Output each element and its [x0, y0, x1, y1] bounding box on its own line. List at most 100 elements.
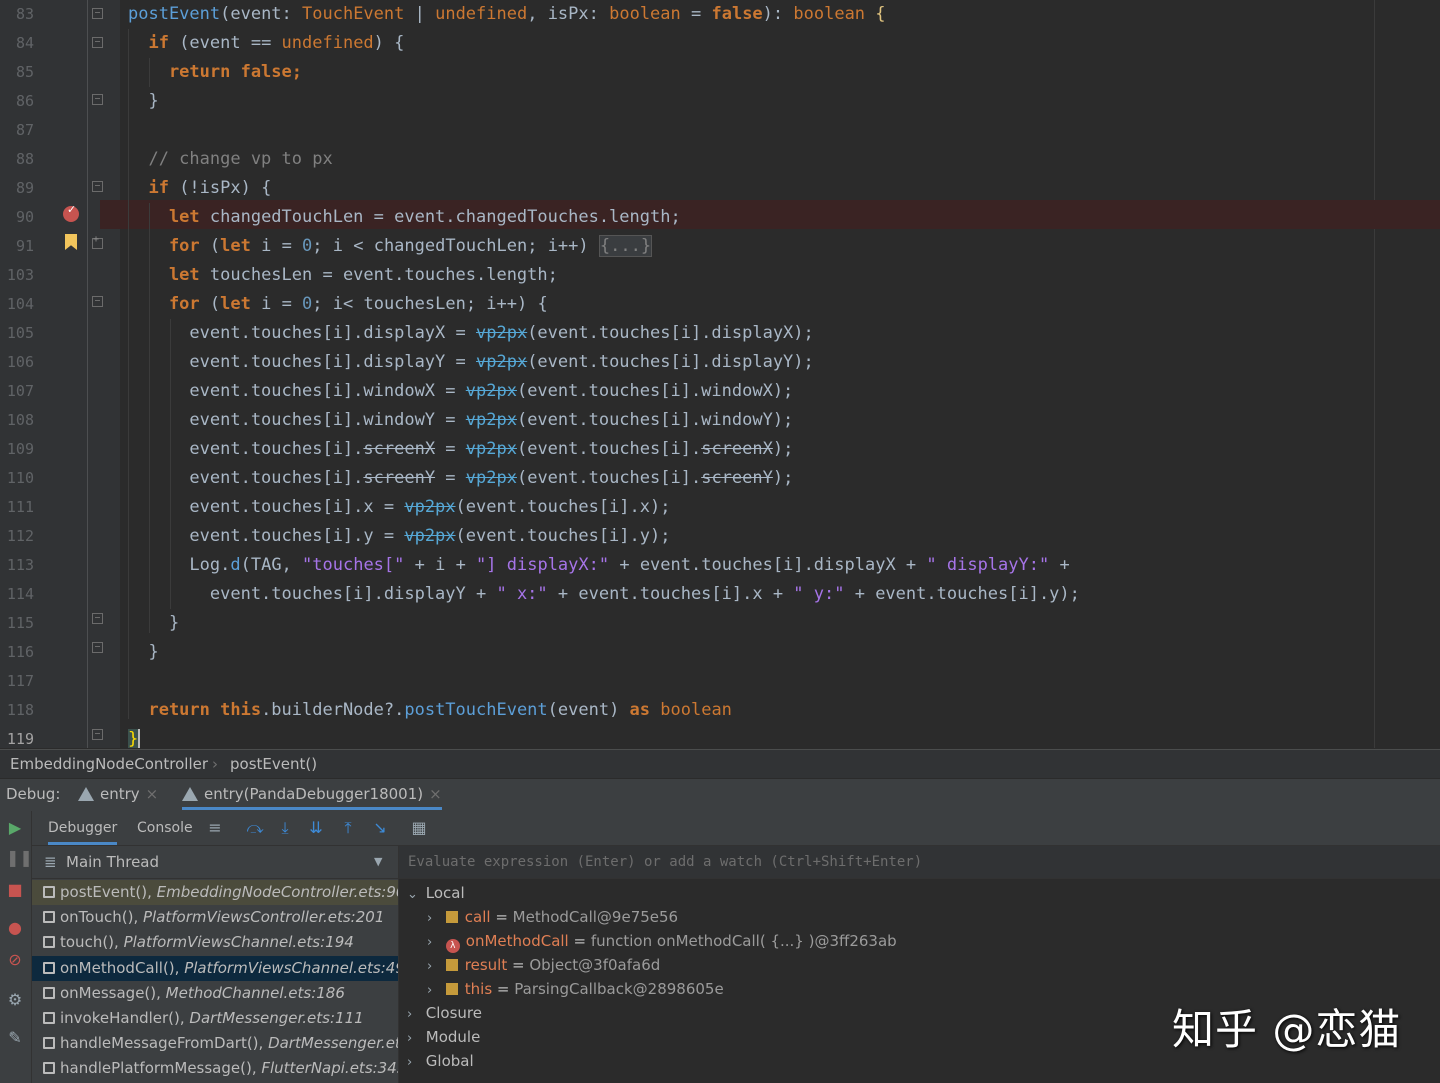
layout-menu-icon[interactable]: ≡: [206, 819, 224, 837]
code-line[interactable]: for (let i = 0; i < changedTouchLen; i++…: [128, 232, 653, 261]
stack-frame[interactable]: invokeHandler(), DartMessenger.ets:111: [32, 1006, 398, 1031]
code-line[interactable]: Log.d(TAG, "touches[" + i + "] displayX:…: [128, 551, 1069, 580]
line-number[interactable]: 114: [0, 580, 34, 609]
line-number[interactable]: 104: [0, 290, 34, 319]
variable-row[interactable]: › call = MethodCall@9e75e56: [427, 905, 678, 929]
line-number[interactable]: 91: [0, 232, 34, 261]
stack-frame[interactable]: postEvent(), EmbeddingNodeController.ets…: [32, 880, 398, 905]
resume-icon[interactable]: ▶: [6, 819, 24, 837]
stack-frame[interactable]: onTouch(), PlatformViewsController.ets:2…: [32, 905, 398, 930]
stack-frame[interactable]: onMessage(), MethodChannel.ets:186: [32, 981, 398, 1006]
chevron-right-icon[interactable]: ›: [427, 931, 441, 955]
chevron-right-icon[interactable]: ›: [407, 1051, 421, 1075]
code-line[interactable]: return this.builderNode?.postTouchEvent(…: [128, 696, 731, 725]
pause-icon[interactable]: ❚❚: [6, 849, 33, 867]
line-number[interactable]: 103: [0, 261, 34, 290]
code-line[interactable]: if (!isPx) {: [128, 174, 271, 203]
line-number[interactable]: 118: [0, 696, 34, 725]
line-number[interactable]: 90: [0, 203, 34, 232]
line-number[interactable]: 87: [0, 116, 34, 145]
code-line[interactable]: event.touches[i].displayY + " x:" + even…: [128, 580, 1080, 609]
step-over-icon[interactable]: ⤼: [246, 819, 264, 837]
fold-end-icon[interactable]: [92, 729, 103, 740]
code-line[interactable]: let changedTouchLen = event.changedTouch…: [128, 203, 681, 232]
code-line[interactable]: event.touches[i].x = vp2px(event.touches…: [128, 493, 670, 522]
code-line[interactable]: for (let i = 0; i< touchesLen; i++) {: [128, 290, 548, 319]
variable-group[interactable]: › Closure: [407, 1001, 482, 1025]
debug-tab-panda[interactable]: entry(PandaDebugger18001) ×: [182, 779, 442, 810]
line-number[interactable]: 108: [0, 406, 34, 435]
line-number[interactable]: 116: [0, 638, 34, 667]
chevron-right-icon[interactable]: ›: [427, 907, 441, 931]
breadcrumb-class[interactable]: EmbeddingNodeController: [10, 750, 208, 779]
breakpoint-icon[interactable]: [63, 203, 79, 222]
pin-icon[interactable]: ✎: [6, 1029, 24, 1047]
line-number[interactable]: 106: [0, 348, 34, 377]
line-number[interactable]: 115: [0, 609, 34, 638]
view-breakpoints-icon[interactable]: ●: [6, 919, 24, 937]
code-line[interactable]: postEvent(event: TouchEvent | undefined,…: [128, 0, 886, 29]
close-icon[interactable]: ×: [429, 785, 442, 803]
fold-toggle-icon[interactable]: [92, 181, 103, 192]
code-line[interactable]: event.touches[i].displayY = vp2px(event.…: [128, 348, 813, 377]
code-line[interactable]: let touchesLen = event.touches.length;: [128, 261, 558, 290]
code-line[interactable]: event.touches[i].displayX = vp2px(event.…: [128, 319, 813, 348]
line-number[interactable]: 88: [0, 145, 34, 174]
fold-toggle-icon[interactable]: [92, 37, 103, 48]
line-number[interactable]: 113: [0, 551, 34, 580]
code-line[interactable]: event.touches[i].screenX = vp2px(event.t…: [128, 435, 793, 464]
mute-breakpoints-icon[interactable]: ⊘: [6, 951, 24, 969]
line-number[interactable]: 89: [0, 174, 34, 203]
line-number[interactable]: 85: [0, 58, 34, 87]
fold-expand-icon[interactable]: [92, 234, 103, 249]
stop-icon[interactable]: ■: [6, 881, 24, 899]
variable-row[interactable]: › this = ParsingCallback@2898605e: [427, 977, 724, 1001]
line-number[interactable]: 112: [0, 522, 34, 551]
line-number[interactable]: 110: [0, 464, 34, 493]
line-number[interactable]: 109: [0, 435, 34, 464]
tab-console[interactable]: Console: [137, 811, 193, 845]
line-number[interactable]: 119: [0, 725, 34, 748]
code-line[interactable]: // change vp to px: [128, 145, 332, 174]
stack-frame[interactable]: onMethodCall(), PlatformViewsChannel.ets…: [32, 955, 398, 981]
fold-end-icon[interactable]: [92, 94, 103, 105]
variable-group[interactable]: › Module: [407, 1025, 480, 1049]
stack-frame[interactable]: handlePlatformMessage(), FlutterNapi.ets…: [32, 1056, 398, 1081]
close-icon[interactable]: ×: [146, 785, 159, 803]
code-line[interactable]: }: [128, 609, 179, 638]
code-line[interactable]: }: [128, 725, 141, 748]
line-number[interactable]: 105: [0, 319, 34, 348]
line-number[interactable]: 107: [0, 377, 34, 406]
code-line[interactable]: return false;: [128, 58, 302, 87]
chevron-right-icon[interactable]: ›: [427, 955, 441, 979]
code-line[interactable]: }: [128, 638, 158, 667]
breadcrumb-method[interactable]: postEvent(): [230, 750, 317, 779]
line-number[interactable]: 117: [0, 667, 34, 696]
fold-end-icon[interactable]: [92, 613, 103, 624]
force-step-into-icon[interactable]: ⇊: [307, 819, 325, 837]
variable-row[interactable]: › λ onMethodCall = function onMethodCall(…: [427, 929, 897, 953]
stack-frame[interactable]: handleMessageFromDart(), DartMessenger.e…: [32, 1031, 398, 1056]
code-line[interactable]: event.touches[i].windowX = vp2px(event.t…: [128, 377, 793, 406]
fold-toggle-icon[interactable]: [92, 296, 103, 307]
code-line[interactable]: if (event == undefined) {: [128, 29, 404, 58]
run-to-cursor-icon[interactable]: ↘: [371, 819, 389, 837]
code-line[interactable]: event.touches[i].windowY = vp2px(event.t…: [128, 406, 793, 435]
fold-end-icon[interactable]: [92, 642, 103, 653]
evaluate-expression-input[interactable]: Evaluate expression (Enter) or add a wat…: [399, 846, 1440, 879]
chevron-down-icon[interactable]: ⌄: [407, 883, 421, 907]
code-line[interactable]: event.touches[i].screenY = vp2px(event.t…: [128, 464, 793, 493]
chevron-right-icon[interactable]: ›: [427, 979, 441, 1003]
tab-debugger[interactable]: Debugger: [48, 811, 118, 845]
step-out-icon[interactable]: ⤒: [339, 819, 357, 837]
thread-selector[interactable]: ≣ Main Thread ▼: [32, 846, 398, 879]
line-number[interactable]: 111: [0, 493, 34, 522]
fold-toggle-icon[interactable]: [92, 8, 103, 19]
variable-row[interactable]: › result = Object@3f0afa6d: [427, 953, 660, 977]
chevron-right-icon[interactable]: ›: [407, 1027, 421, 1051]
code-line[interactable]: event.touches[i].y = vp2px(event.touches…: [128, 522, 670, 551]
step-into-icon[interactable]: ⤓: [276, 819, 294, 837]
line-number[interactable]: 84: [0, 29, 34, 58]
code-editor[interactable]: 83 postEvent(event: TouchEvent | undefine…: [0, 0, 1440, 748]
code-line[interactable]: }: [128, 87, 158, 116]
